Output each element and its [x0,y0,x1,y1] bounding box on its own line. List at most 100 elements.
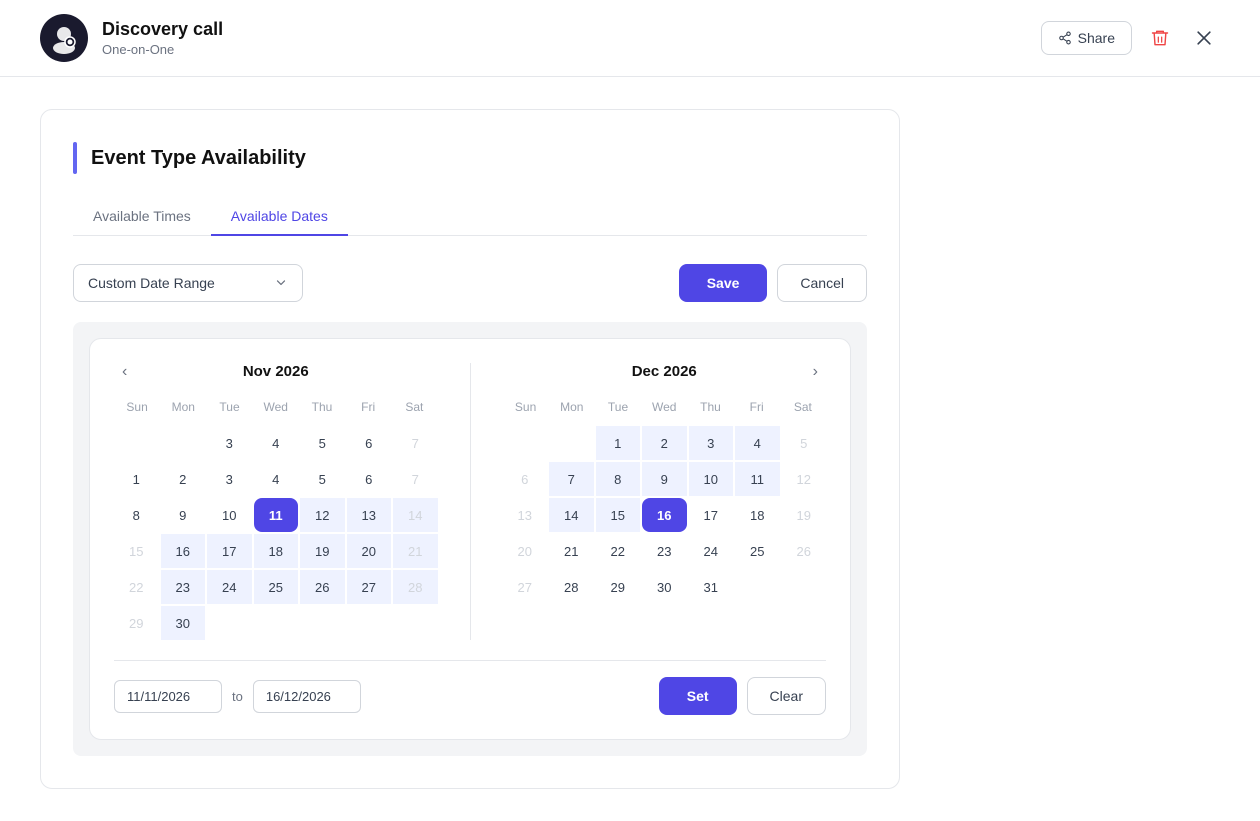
table-row[interactable]: 7 [549,462,594,496]
table-row [114,426,159,460]
table-row[interactable]: 11 [735,462,780,496]
tab-available-times[interactable]: Available Times [73,198,211,236]
table-row[interactable]: 8 [596,462,641,496]
day-header-sun: Sun [114,396,160,418]
table-row[interactable]: 18 [254,534,299,568]
table-row[interactable]: 14 [393,498,438,532]
table-row[interactable]: 30 [161,606,206,640]
date-range-dropdown[interactable]: Custom Date Range [73,264,303,302]
next-month-button[interactable]: › [805,359,826,385]
table-row[interactable]: 5 [300,462,345,496]
close-button[interactable] [1188,22,1220,54]
clear-button[interactable]: Clear [747,677,826,715]
table-row[interactable]: 19 [300,534,345,568]
nov-day-grid: 3456712345678910111213141516171819202122… [114,426,438,640]
table-row[interactable]: 9 [161,498,206,532]
calendar-container: ‹ Nov 2026 Sun Mon Tue Wed Thu Fri Sat [73,322,867,756]
tab-available-dates[interactable]: Available Dates [211,198,348,236]
table-row[interactable]: 20 [347,534,392,568]
table-row[interactable]: 25 [735,534,780,568]
table-row[interactable]: 25 [254,570,299,604]
table-row[interactable]: 15 [114,534,159,568]
table-row[interactable]: 11 [254,498,299,532]
day-header-thu: Thu [299,396,345,418]
table-row[interactable]: 5 [782,426,827,460]
start-date-input[interactable] [114,680,222,713]
table-row [161,426,206,460]
day-headers-nov: Sun Mon Tue Wed Thu Fri Sat [114,396,438,418]
table-row[interactable]: 2 [642,426,687,460]
table-row[interactable]: 24 [689,534,734,568]
table-row[interactable]: 7 [393,462,438,496]
table-row[interactable]: 28 [393,570,438,604]
table-row[interactable]: 10 [689,462,734,496]
accent-bar [73,142,77,174]
table-row[interactable]: 13 [503,498,548,532]
table-row[interactable]: 9 [642,462,687,496]
table-row[interactable]: 14 [549,498,594,532]
table-row[interactable]: 6 [347,426,392,460]
table-row[interactable]: 29 [114,606,159,640]
table-row[interactable]: 12 [300,498,345,532]
save-button[interactable]: Save [679,264,768,302]
set-button[interactable]: Set [659,677,737,715]
header-title: Discovery call [102,19,223,40]
table-row[interactable]: 27 [347,570,392,604]
table-row[interactable]: 23 [642,534,687,568]
table-row[interactable]: 3 [207,462,252,496]
table-row[interactable]: 20 [503,534,548,568]
table-row[interactable]: 18 [735,498,780,532]
chevron-down-icon [274,276,288,290]
table-row[interactable]: 28 [549,570,594,604]
table-row[interactable]: 6 [503,462,548,496]
calendar-header-nov: ‹ Nov 2026 [114,363,438,380]
month-label-nov: Nov 2026 [243,363,309,380]
table-row[interactable]: 7 [393,426,438,460]
table-row[interactable]: 4 [254,462,299,496]
table-row[interactable]: 10 [207,498,252,532]
table-row[interactable]: 19 [782,498,827,532]
table-row[interactable]: 13 [347,498,392,532]
table-row[interactable]: 3 [689,426,734,460]
share-label: Share [1078,30,1115,46]
table-row[interactable]: 16 [642,498,687,532]
header-titles: Discovery call One-on-One [102,19,223,57]
table-row[interactable]: 23 [161,570,206,604]
cancel-button[interactable]: Cancel [777,264,867,302]
table-row[interactable]: 29 [596,570,641,604]
delete-button[interactable] [1144,22,1176,54]
table-row[interactable]: 22 [596,534,641,568]
prev-month-button[interactable]: ‹ [114,359,135,385]
end-date-input[interactable] [253,680,361,713]
toolbar-buttons: Save Cancel [679,264,867,302]
table-row[interactable]: 8 [114,498,159,532]
table-row[interactable]: 17 [689,498,734,532]
table-row[interactable]: 2 [161,462,206,496]
table-row[interactable]: 21 [549,534,594,568]
table-row[interactable]: 17 [207,534,252,568]
calendar-divider [470,363,471,640]
table-row[interactable]: 16 [161,534,206,568]
table-row[interactable]: 27 [503,570,548,604]
table-row[interactable]: 22 [114,570,159,604]
calendar-card: ‹ Nov 2026 Sun Mon Tue Wed Thu Fri Sat [89,338,851,740]
table-row[interactable]: 12 [782,462,827,496]
table-row[interactable]: 4 [735,426,780,460]
day-header-sat-dec: Sat [780,396,826,418]
table-row[interactable]: 5 [300,426,345,460]
table-row[interactable]: 24 [207,570,252,604]
table-row[interactable]: 26 [300,570,345,604]
day-header-sat: Sat [391,396,437,418]
table-row[interactable]: 4 [254,426,299,460]
table-row[interactable]: 26 [782,534,827,568]
table-row[interactable]: 30 [642,570,687,604]
share-button[interactable]: Share [1041,21,1132,55]
table-row[interactable]: 21 [393,534,438,568]
table-row[interactable]: 3 [207,426,252,460]
calendar-nov: ‹ Nov 2026 Sun Mon Tue Wed Thu Fri Sat [114,363,438,640]
table-row[interactable]: 15 [596,498,641,532]
table-row[interactable]: 6 [347,462,392,496]
table-row[interactable]: 31 [689,570,734,604]
table-row[interactable]: 1 [596,426,641,460]
table-row[interactable]: 1 [114,462,159,496]
